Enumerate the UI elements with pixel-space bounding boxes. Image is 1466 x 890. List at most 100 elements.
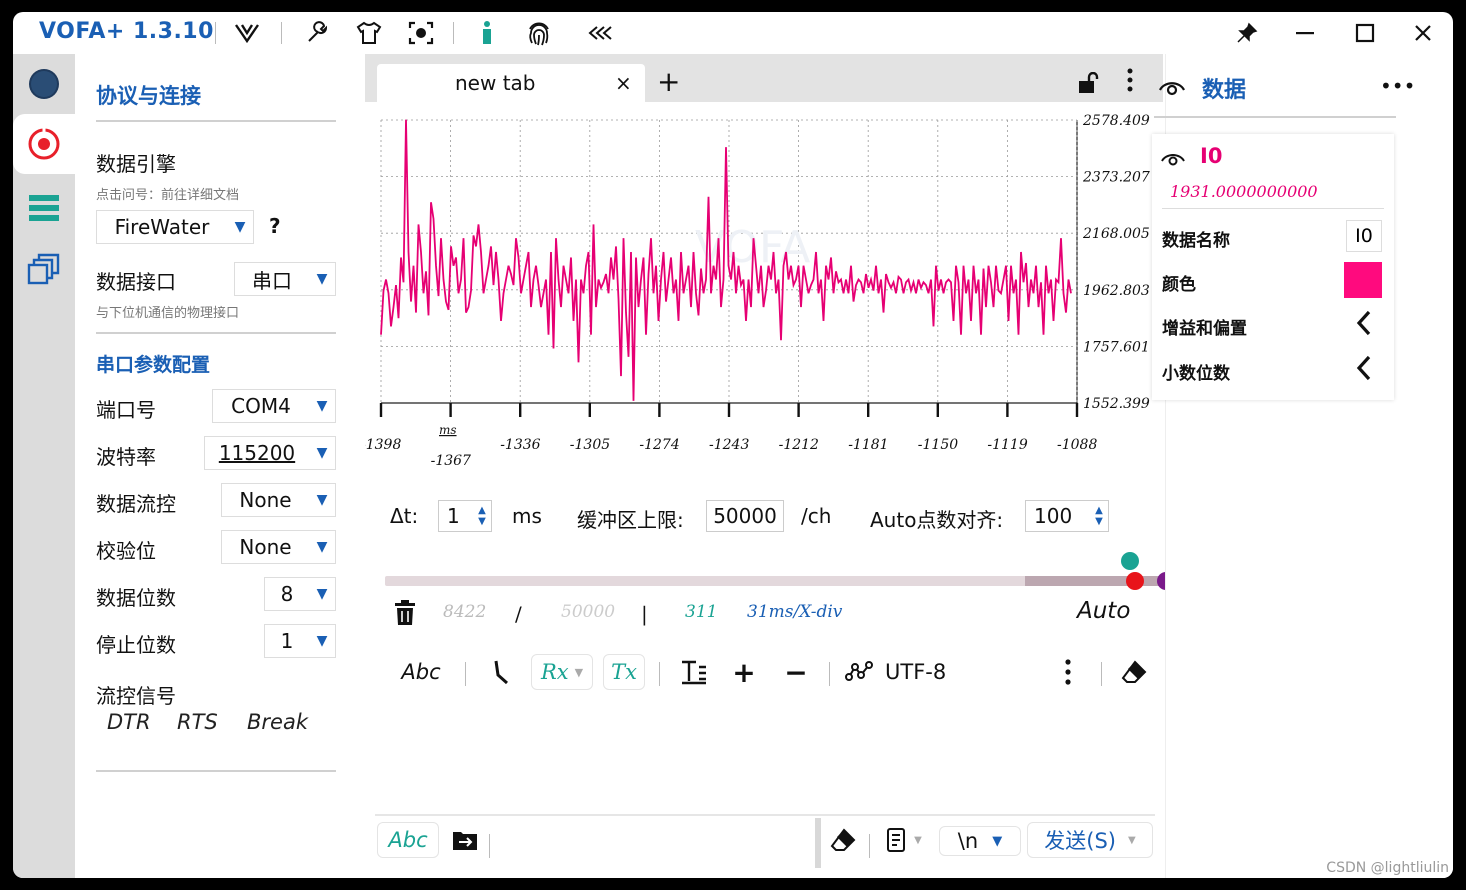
list-icon: [29, 195, 59, 221]
minimize-icon[interactable]: [1287, 18, 1323, 48]
buffer-input[interactable]: 50000: [706, 500, 784, 532]
more-horizontal-icon[interactable]: •••: [1380, 74, 1415, 98]
protocol-panel: 协议与连接 数据引擎 点击问号：前往详细文档 FireWater ▼ ? 数据接…: [75, 54, 365, 878]
divider: [1154, 116, 1396, 118]
toolbar-separator: [453, 22, 454, 44]
tab-close-icon[interactable]: ×: [615, 71, 632, 95]
newline-value: \n: [957, 829, 979, 853]
rail-widgets-button[interactable]: [13, 240, 75, 300]
send-input[interactable]: [495, 820, 813, 868]
pin-icon[interactable]: [1229, 18, 1265, 48]
slider-handle-teal[interactable]: [1121, 552, 1139, 570]
rail-protocol-button[interactable]: [13, 114, 75, 174]
buffer-slider[interactable]: [385, 576, 1163, 586]
stopbits-select[interactable]: 1 ▼: [264, 624, 336, 658]
trash-icon[interactable]: [393, 600, 417, 630]
abc-text-mode-button[interactable]: Abc: [395, 654, 447, 690]
load-file-icon[interactable]: [447, 822, 483, 858]
interface-value: 串口: [252, 268, 292, 293]
waveform-svg[interactable]: VOFA 2578.4092373.2072168.0051962.803175…: [361, 102, 1165, 482]
info-icon[interactable]: [473, 20, 501, 46]
chevron-down-icon: ▼: [992, 833, 1003, 849]
rail-commands-button[interactable]: [13, 178, 75, 238]
encoding-button[interactable]: UTF-8: [845, 654, 985, 690]
clear-send-eraser-icon[interactable]: [825, 822, 861, 858]
baud-select[interactable]: 115200 ▼: [204, 436, 336, 470]
databits-select[interactable]: 8 ▼: [264, 577, 336, 611]
chevron-down-icon: ▼: [316, 586, 328, 602]
fingerprint-icon[interactable]: [525, 20, 553, 46]
chevron-down-icon: ▼: [316, 492, 328, 508]
tab-more-icon[interactable]: [1127, 68, 1133, 98]
toolbar-separator: [215, 22, 216, 44]
engine-select[interactable]: FireWater ▼: [96, 210, 254, 244]
eraser-icon[interactable]: [1117, 654, 1151, 690]
waveform-plot[interactable]: VOFA 2578.409 2373.207 2168.005 1962.803 175…: [361, 102, 1165, 482]
tx-toggle-button[interactable]: Tx: [603, 654, 645, 690]
serial-section-title: 串口参数配置: [96, 354, 211, 376]
x-tick-label: -1398: [365, 437, 401, 453]
rx-toggle-button[interactable]: Rx ▼: [531, 654, 593, 690]
zoom-out-button[interactable]: −: [781, 654, 811, 690]
x-axis-ticks: -1398 ms -1367 -1336 -1305 -1274 -1243 -1212 -11…: [361, 403, 1097, 469]
rts-button[interactable]: RTS: [177, 710, 218, 734]
chevron-down-icon: ▼: [316, 398, 328, 414]
text-format-icon[interactable]: [677, 654, 711, 690]
delta-value: 1: [447, 504, 460, 528]
spin-arrows-icon[interactable]: ▲ ▼: [473, 505, 491, 527]
timestamp-icon[interactable]: [485, 654, 515, 690]
close-icon[interactable]: [1405, 18, 1441, 48]
dtr-button[interactable]: DTR: [107, 710, 151, 734]
add-tab-button[interactable]: +: [657, 68, 680, 96]
auto-mode-button[interactable]: Auto: [1077, 598, 1130, 624]
spin-arrows-icon[interactable]: ▲ ▼: [1090, 505, 1108, 527]
color-swatch[interactable]: [1344, 262, 1382, 298]
tshirt-icon[interactable]: [355, 20, 383, 46]
prop-name-input[interactable]: I0: [1346, 220, 1382, 252]
break-button[interactable]: Break: [247, 710, 308, 734]
interface-select[interactable]: 串口 ▼: [234, 262, 336, 296]
toolbar-separator: [1101, 662, 1102, 686]
engine-hint: 点击问号：前往详细文档: [96, 188, 240, 203]
y-tick-label: 2578.409: [1082, 113, 1150, 129]
port-select[interactable]: COM4 ▼: [212, 389, 336, 423]
send-abc-mode-button[interactable]: Abc: [377, 822, 439, 858]
bar-separator: |: [641, 602, 648, 626]
flow-select[interactable]: None ▼: [221, 483, 336, 517]
tab-new-tab[interactable]: new tab ×: [377, 64, 645, 102]
channel-card-i0[interactable]: I0 1931.0000000000 数据名称 I0 颜色 增益和偏置 小数位数: [1152, 134, 1394, 400]
y-tick-label: 1962.803: [1083, 283, 1150, 299]
engine-help-button[interactable]: ?: [269, 214, 281, 238]
zoom-in-button[interactable]: +: [729, 654, 759, 690]
parity-select[interactable]: None ▼: [221, 530, 336, 564]
send-button[interactable]: 发送(S) ▼: [1027, 822, 1153, 858]
channel-visibility-eye-icon[interactable]: [1160, 148, 1186, 170]
engine-value: FireWater: [114, 215, 210, 239]
capture-icon[interactable]: [407, 20, 435, 46]
history-icon[interactable]: ▼: [879, 822, 929, 858]
unlock-icon[interactable]: [1077, 71, 1099, 98]
prop-gain-label: 增益和偏置: [1162, 319, 1247, 339]
rail-status-button[interactable]: [13, 54, 75, 114]
wrench-icon[interactable]: [303, 20, 331, 46]
maximize-icon[interactable]: [1347, 18, 1383, 48]
x-tick-label: -1243: [709, 437, 749, 453]
chevron-down-icon: ▼: [234, 219, 246, 235]
send-input-scroll[interactable]: [815, 818, 821, 868]
auto-align-spinner[interactable]: 100 ▲ ▼: [1025, 500, 1109, 532]
collapse-left-icon[interactable]: [587, 20, 615, 46]
vofa-logo-icon[interactable]: [233, 20, 261, 46]
chevron-left-icon[interactable]: [1356, 355, 1372, 385]
eye-icon[interactable]: [1158, 76, 1186, 100]
y-tick-label: 2373.207: [1082, 170, 1150, 186]
newline-select[interactable]: \n ▼: [939, 826, 1021, 856]
receive-text-area[interactable]: [375, 698, 1155, 810]
delta-spinner[interactable]: 1 ▲ ▼: [438, 500, 492, 532]
divider: [96, 770, 336, 772]
more-vertical-icon[interactable]: [1055, 654, 1081, 690]
chevron-left-icon[interactable]: [1356, 310, 1372, 340]
slider-handle-red[interactable]: [1126, 572, 1144, 590]
toolbar-separator: [829, 662, 830, 686]
engine-label: 数据引擎: [96, 152, 176, 176]
parity-value: None: [239, 535, 292, 559]
